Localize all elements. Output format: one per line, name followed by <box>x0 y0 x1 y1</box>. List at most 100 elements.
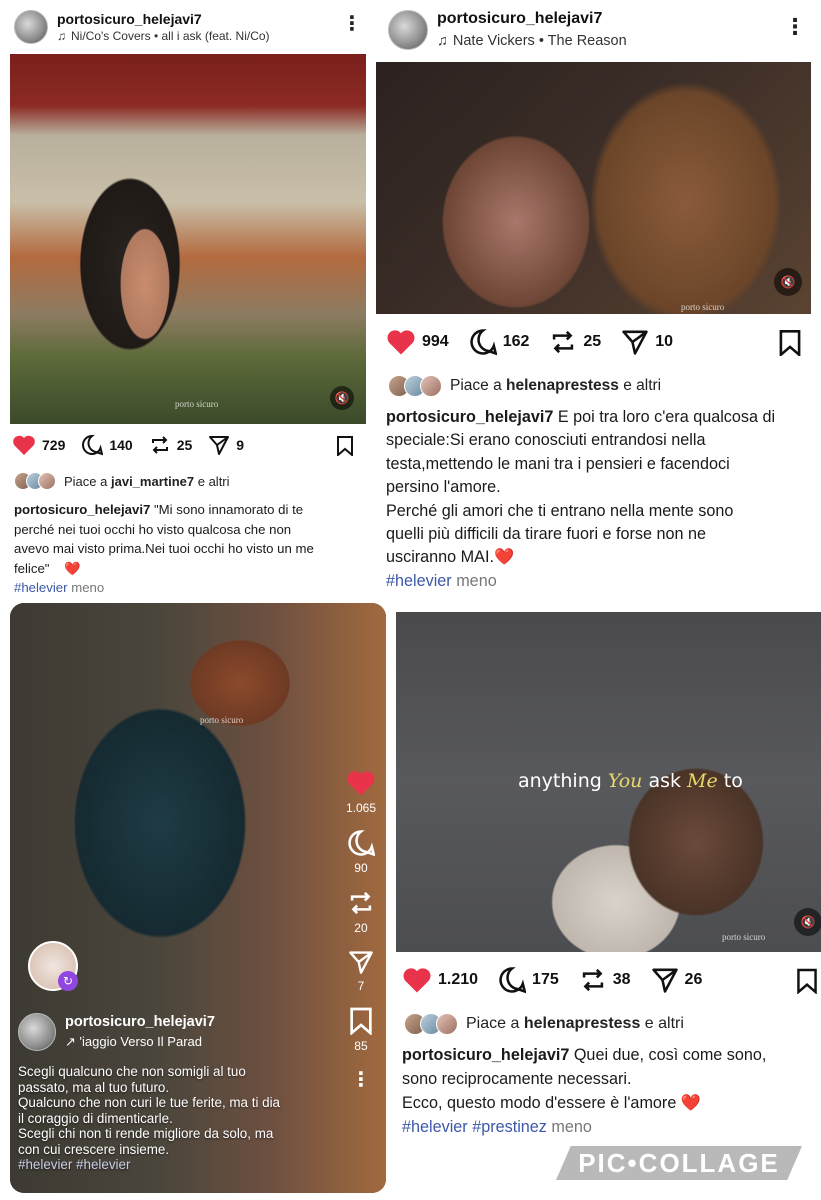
share-button[interactable]: 9 <box>208 434 244 456</box>
share-count: 7 <box>357 979 365 993</box>
reel-header: portosicuro_helejavi7 ↗ 'iaggio Verso Il… <box>18 1013 215 1051</box>
less-link[interactable]: meno <box>71 580 104 595</box>
comment-button[interactable]: 175 <box>498 966 559 994</box>
post-video[interactable]: anything You ask Me to porto sicuro 🔇 <box>396 612 821 952</box>
kebab-menu-icon[interactable]: ⋮ <box>342 14 362 34</box>
comment-count: 162 <box>502 333 530 350</box>
repost-count: 20 <box>354 921 368 935</box>
like-count: 1.210 <box>438 971 479 988</box>
comment-count: 140 <box>109 437 133 453</box>
caption-line: speciale:Si erano conosciuti entrandosi … <box>386 431 706 450</box>
username[interactable]: portosicuro_helejavi7 <box>57 11 270 27</box>
arrow-icon: ↗ <box>65 1033 76 1049</box>
repost-button[interactable]: 25 <box>549 328 601 356</box>
post-caption: portosicuro_helejavi7 E poi tra loro c'e… <box>386 406 821 593</box>
user-avatar[interactable] <box>18 1013 56 1051</box>
hashtag[interactable]: #helevier <box>402 1118 468 1136</box>
track-name: Ni/Co's Covers • all i ask (feat. Ni/Co) <box>71 28 270 43</box>
audio-track[interactable]: ♫ Nate Vickers • The Reason <box>437 33 627 50</box>
comment-count: 90 <box>354 861 368 875</box>
like-button[interactable]: 994 <box>386 328 449 356</box>
share-button[interactable]: 10 <box>621 328 673 356</box>
like-button[interactable]: 729 <box>12 434 65 456</box>
repost-button[interactable]: 25 <box>149 434 192 456</box>
comment-button[interactable]: 140 <box>81 434 133 456</box>
hashtag[interactable]: #helevier <box>386 572 452 590</box>
comment-icon[interactable] <box>347 829 375 857</box>
action-bar: 1.210 175 38 26 <box>402 966 718 994</box>
heart-emoji: ❤️ <box>493 548 515 567</box>
repost-icon <box>151 436 168 454</box>
caption-username[interactable]: portosicuro_helejavi7 <box>402 1046 569 1064</box>
audio-track[interactable]: ↗ 'iaggio Verso Il Parad <box>65 1033 215 1050</box>
mute-icon[interactable]: 🔇 <box>794 908 821 936</box>
like-button[interactable]: 1.210 <box>402 966 478 994</box>
action-bar: 994 162 25 10 <box>386 328 689 356</box>
heart-icon[interactable] <box>346 769 376 797</box>
audio-track[interactable]: ♫ Ni/Co's Covers • all i ask (feat. Ni/C… <box>57 28 270 44</box>
watermark: porto sicuro <box>722 932 766 942</box>
like-count: 1.065 <box>345 801 376 815</box>
liked-by-prefix: Piace a <box>450 377 502 394</box>
repost-icon[interactable] <box>347 889 375 917</box>
bookmark-icon[interactable] <box>336 436 354 456</box>
kebab-menu-icon[interactable]: ⋮ <box>784 16 806 38</box>
post-card-2: portosicuro_helejavi7 ♫ Nate Vickers • T… <box>376 0 821 600</box>
caption-username[interactable]: portosicuro_helejavi7 <box>14 502 150 517</box>
repost-count: 25 <box>583 333 602 350</box>
liked-by-user[interactable]: javi_martine7 <box>111 474 194 489</box>
liked-by[interactable]: Piace a helenaprestess e altri <box>404 1013 684 1035</box>
overlay-word: ask <box>642 770 688 792</box>
liked-by-user[interactable]: helenaprestess <box>506 377 619 394</box>
caption-line: usciranno MAI. <box>386 548 494 567</box>
share-button[interactable]: 26 <box>651 966 702 994</box>
remix-icon[interactable]: ↻ <box>58 971 78 991</box>
mute-icon[interactable]: 🔇 <box>330 386 354 410</box>
header-text: portosicuro_helejavi7 ♫ Nate Vickers • T… <box>437 10 627 49</box>
watermark: porto sicuro <box>200 715 244 725</box>
kebab-menu-icon[interactable]: ⋮ <box>351 1067 371 1092</box>
liked-by[interactable]: Piace a helenaprestess e altri <box>388 375 661 397</box>
repost-button[interactable]: 38 <box>579 966 631 994</box>
liked-by[interactable]: Piace a javi_martine7 e altri <box>14 472 230 490</box>
liked-by-suffix: e altri <box>197 473 230 489</box>
comment-button[interactable]: 162 <box>469 328 530 356</box>
save-count: 85 <box>354 1039 368 1053</box>
header-text: portosicuro_helejavi7 ♫ Ni/Co's Covers •… <box>57 11 270 44</box>
liker-avatar <box>436 1013 458 1035</box>
heart-emoji: ❤️ <box>64 560 81 576</box>
watermark: porto sicuro <box>681 302 725 312</box>
less-link[interactable]: meno <box>456 572 497 590</box>
repost-count: 38 <box>612 971 631 988</box>
share-icon[interactable] <box>348 949 374 975</box>
less-link[interactable]: meno <box>551 1118 592 1136</box>
caption-line: il coraggio di dimenticarle. <box>18 1110 173 1126</box>
overlay-word: anything <box>518 770 608 792</box>
caption-username[interactable]: portosicuro_helejavi7 <box>386 408 553 426</box>
user-avatar[interactable] <box>14 10 48 44</box>
post-video[interactable]: porto sicuro 🔇 <box>10 54 366 424</box>
hashtags[interactable]: #helevier #helevier <box>18 1157 338 1173</box>
repost-icon <box>582 968 603 992</box>
action-bar: 729 140 25 9 <box>12 434 260 456</box>
bookmark-icon[interactable] <box>778 330 802 356</box>
caption-line: "Mi sono innamorato di te <box>154 502 304 517</box>
liked-by-user[interactable]: helenaprestess <box>524 1015 641 1032</box>
bookmark-icon[interactable] <box>349 1007 373 1035</box>
like-count: 994 <box>422 333 449 350</box>
caption-line: Ecco, questo modo d'essere è l'amore <box>402 1094 677 1112</box>
caption-line: passato, ma al tuo futuro. <box>18 1079 170 1095</box>
post-video[interactable]: porto sicuro 🔇 <box>376 62 811 314</box>
share-count: 9 <box>236 437 245 453</box>
username[interactable]: portosicuro_helejavi7 <box>437 10 627 28</box>
caption-line: Scegli chi non ti rende migliore da solo… <box>18 1126 274 1142</box>
username[interactable]: portosicuro_helejavi7 <box>65 1014 215 1031</box>
caption-line: E poi tra loro c'era qualcosa di <box>557 408 776 426</box>
hashtag[interactable]: #helevier <box>14 580 68 595</box>
music-note-icon: ♫ <box>57 28 66 43</box>
bookmark-icon[interactable] <box>796 968 818 994</box>
mute-icon[interactable]: 🔇 <box>774 268 802 296</box>
user-avatar[interactable] <box>388 10 428 50</box>
share-icon <box>651 968 678 993</box>
hashtag[interactable]: #prestinez <box>472 1118 547 1136</box>
